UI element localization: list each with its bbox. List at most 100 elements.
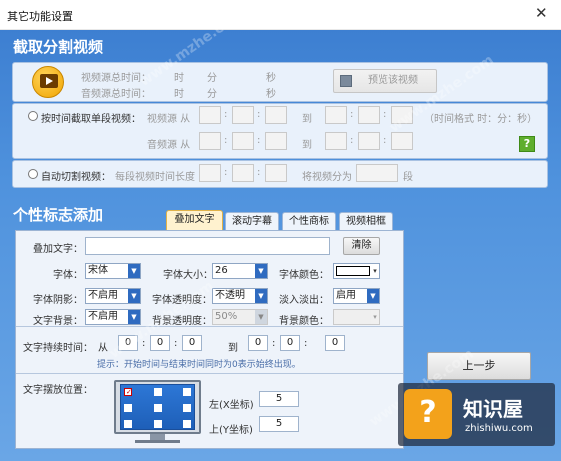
tab-video-frame[interactable]: 视频相框 bbox=[339, 212, 393, 230]
top-y-input[interactable]: 5 bbox=[259, 416, 299, 432]
position-cell[interactable] bbox=[154, 388, 162, 396]
video-from-hour[interactable] bbox=[199, 106, 221, 124]
auto-split-radio[interactable] bbox=[28, 169, 38, 179]
position-cell[interactable] bbox=[154, 404, 162, 412]
video-to-hour[interactable] bbox=[325, 106, 347, 124]
font-opacity-value: 不透明 bbox=[215, 290, 245, 301]
colon: : bbox=[257, 109, 261, 120]
font-color-picker[interactable]: ▾ bbox=[333, 263, 380, 279]
chevron-down-icon: ▼ bbox=[255, 310, 267, 324]
position-grid[interactable]: ✓ bbox=[120, 384, 195, 430]
bg-color-picker[interactable]: ▾ bbox=[333, 309, 380, 325]
audio-to-minute[interactable] bbox=[358, 132, 380, 150]
chevron-down-icon: ▼ bbox=[128, 264, 140, 278]
badge-question-icon: ? bbox=[404, 389, 452, 439]
colon: : bbox=[257, 167, 261, 178]
audio-to-hour[interactable] bbox=[325, 132, 347, 150]
window-title: 其它功能设置 bbox=[7, 10, 73, 23]
colon: : bbox=[304, 338, 308, 349]
text-bg-select[interactable]: 不启用 ▼ bbox=[85, 309, 141, 325]
colon: : bbox=[257, 135, 261, 146]
chevron-down-icon: ▾ bbox=[371, 264, 379, 278]
font-select[interactable]: 宋体 ▼ bbox=[85, 263, 141, 279]
fade-label: 淡入淡出： bbox=[279, 295, 329, 306]
font-label: 字体： bbox=[53, 270, 83, 281]
font-shadow-select[interactable]: 不启用 ▼ bbox=[85, 288, 141, 304]
colon: : bbox=[272, 338, 276, 349]
duration-hint: 提示：开始时间与结束时间同时为0表示始终出现。 bbox=[97, 360, 301, 370]
monitor-base bbox=[135, 440, 180, 443]
color-swatch bbox=[336, 266, 370, 276]
preview-video-label: 预览该视频 bbox=[368, 75, 418, 86]
audio-minute-label: 分 bbox=[207, 89, 217, 100]
colon: : bbox=[224, 135, 228, 146]
audio-from-second[interactable] bbox=[265, 132, 287, 150]
text-bg-label: 文字背景： bbox=[33, 316, 83, 327]
bg-opacity-value: 50% bbox=[215, 311, 238, 322]
position-cell[interactable] bbox=[124, 404, 132, 412]
check-icon: ✓ bbox=[126, 388, 132, 396]
bg-opacity-select[interactable]: 50% ▼ bbox=[212, 309, 268, 325]
video-src-from-label: 视频源 从 bbox=[147, 114, 191, 125]
position-cell[interactable] bbox=[183, 420, 191, 428]
position-cell[interactable] bbox=[124, 420, 132, 428]
position-cell[interactable] bbox=[154, 420, 162, 428]
tab-scroll-subtitle[interactable]: 滚动字幕 bbox=[225, 212, 279, 230]
chevron-down-icon: ▾ bbox=[371, 310, 379, 324]
duration-end-second[interactable]: 0 bbox=[325, 335, 345, 351]
top-y-label: 上(Y坐标) bbox=[209, 425, 253, 436]
audio-src-from-label: 音频源 从 bbox=[147, 140, 191, 151]
chevron-down-icon: ▼ bbox=[255, 264, 267, 278]
segment-minute[interactable] bbox=[232, 164, 254, 182]
duration-from-label: 从 bbox=[98, 343, 108, 354]
fade-select[interactable]: 启用 ▼ bbox=[333, 288, 380, 304]
position-cell[interactable] bbox=[183, 404, 191, 412]
close-icon[interactable]: ✕ bbox=[535, 4, 548, 22]
duration-end-hour[interactable]: 0 bbox=[248, 335, 268, 351]
video-to-minute[interactable] bbox=[358, 106, 380, 124]
font-size-value: 26 bbox=[215, 265, 228, 276]
duration-label: 文字持续时间： bbox=[23, 343, 93, 354]
position-cell[interactable] bbox=[183, 388, 191, 396]
chevron-down-icon: ▼ bbox=[128, 289, 140, 303]
tab-custom-logo[interactable]: 个性商标 bbox=[282, 212, 336, 230]
cut-by-time-label: 按时间截取单段视频： bbox=[41, 114, 141, 125]
colon: : bbox=[383, 109, 387, 120]
video-second-label: 秒 bbox=[266, 73, 276, 84]
video-from-second[interactable] bbox=[265, 106, 287, 124]
overlay-text-label: 叠加文字： bbox=[33, 244, 83, 255]
overlay-text-input[interactable] bbox=[85, 237, 330, 255]
colon: : bbox=[350, 135, 354, 146]
chevron-down-icon: ▼ bbox=[128, 310, 140, 324]
preview-video-button[interactable]: 预览该视频 bbox=[333, 69, 437, 93]
font-color-label: 字体颜色： bbox=[279, 270, 329, 281]
split-into-label: 将视频分为 bbox=[302, 172, 352, 183]
colon: : bbox=[224, 167, 228, 178]
font-opacity-select[interactable]: 不透明 ▼ bbox=[212, 288, 268, 304]
chevron-down-icon: ▼ bbox=[255, 289, 267, 303]
segment-length-label: 每段视频时间长度 bbox=[115, 172, 195, 183]
help-icon[interactable]: ? bbox=[519, 136, 535, 152]
fade-value: 启用 bbox=[336, 290, 356, 301]
segment-second[interactable] bbox=[265, 164, 287, 182]
font-size-select[interactable]: 26 ▼ bbox=[212, 263, 268, 279]
duration-start-minute[interactable]: 0 bbox=[150, 335, 170, 351]
chevron-down-icon: ▼ bbox=[367, 289, 379, 303]
cut-by-time-radio[interactable] bbox=[28, 111, 38, 121]
left-x-label: 左(X坐标) bbox=[209, 400, 254, 411]
font-shadow-value: 不启用 bbox=[88, 290, 118, 301]
segment-hour[interactable] bbox=[199, 164, 221, 182]
left-x-input[interactable]: 5 bbox=[259, 391, 299, 407]
duration-end-minute[interactable]: 0 bbox=[280, 335, 300, 351]
audio-total-label: 音频源总时间： bbox=[81, 89, 151, 100]
segment-count-input[interactable] bbox=[356, 164, 398, 182]
video-to-label: 到 bbox=[302, 114, 312, 125]
auto-split-label: 自动切割视频： bbox=[41, 172, 111, 183]
clear-button[interactable]: 清除 bbox=[343, 237, 380, 255]
duration-start-second[interactable]: 0 bbox=[182, 335, 202, 351]
tab-overlay-text[interactable]: 叠加文字 bbox=[166, 210, 223, 230]
audio-from-minute[interactable] bbox=[232, 132, 254, 150]
video-from-minute[interactable] bbox=[232, 106, 254, 124]
section-title-logo: 个性标志添加 bbox=[13, 206, 104, 224]
audio-from-hour[interactable] bbox=[199, 132, 221, 150]
